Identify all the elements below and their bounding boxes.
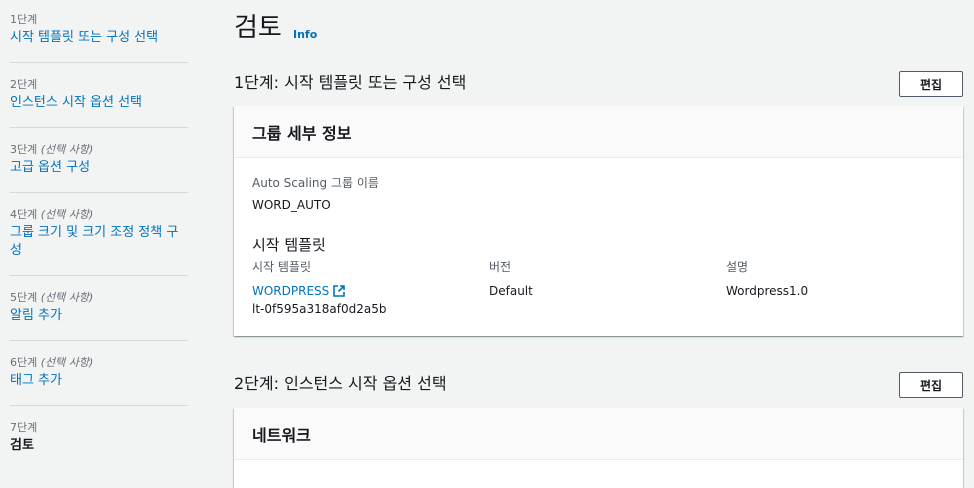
divider xyxy=(10,340,188,341)
wizard-step-7: 7단계 검토 xyxy=(10,421,188,455)
wizard-step-6[interactable]: 6단계 (선택 사항) 태그 추가 xyxy=(10,356,188,390)
divider xyxy=(10,192,188,193)
wizard-step-5[interactable]: 5단계 (선택 사항) 알림 추가 xyxy=(10,291,188,325)
launch-template-id: lt-0f595a318af0d2a5b xyxy=(252,302,387,316)
network-card: 네트워크 xyxy=(234,408,963,488)
launch-template-link[interactable]: WORDPRESS xyxy=(252,283,346,299)
step-number: 2단계 xyxy=(10,78,38,91)
description-column-label: 설명 xyxy=(726,260,749,274)
wizard-steps-nav: 1단계 시작 템플릿 또는 구성 선택 2단계 인스턴스 시작 옵션 선택 3단… xyxy=(0,0,190,471)
step-number: 5단계 (선택 사항) xyxy=(10,291,94,304)
step-number: 4단계 (선택 사항) xyxy=(10,208,94,221)
launch-template-heading: 시작 템플릿 xyxy=(252,236,326,254)
step-link[interactable]: 시작 템플릿 또는 구성 선택 xyxy=(10,29,188,47)
group-details-card: 그룹 세부 정보 Auto Scaling 그룹 이름 WORD_AUTO 시작… xyxy=(234,106,963,336)
wizard-step-4[interactable]: 4단계 (선택 사항) 그룹 크기 및 크기 조정 정책 구 성 xyxy=(10,208,188,260)
wizard-step-1[interactable]: 1단계 시작 템플릿 또는 구성 선택 xyxy=(10,13,188,47)
divider xyxy=(10,127,188,128)
divider xyxy=(10,275,188,276)
card-title: 그룹 세부 정보 xyxy=(234,106,963,158)
asg-name-label: Auto Scaling 그룹 이름 xyxy=(252,176,379,190)
step-link[interactable]: 그룹 크기 및 크기 조정 정책 구 성 xyxy=(10,224,188,260)
card-title: 네트워크 xyxy=(234,408,963,460)
section-heading-step1: 1단계: 시작 템플릿 또는 구성 선택 xyxy=(234,73,467,92)
step-link[interactable]: 인스턴스 시작 옵션 선택 xyxy=(10,94,188,112)
page-title: 검토 xyxy=(234,13,282,43)
launch-template-column-label: 시작 템플릿 xyxy=(252,260,312,274)
step-link-line: 그룹 크기 및 크기 조정 정책 구 xyxy=(10,225,179,240)
asg-name-value: WORD_AUTO xyxy=(252,198,331,212)
section-heading-step2: 2단계: 인스턴스 시작 옵션 선택 xyxy=(234,374,447,393)
divider xyxy=(10,62,188,63)
step-link-line: 성 xyxy=(10,243,22,258)
main-content: 검토 Info 1단계: 시작 템플릿 또는 구성 선택 편집 그룹 세부 정보… xyxy=(234,0,964,488)
launch-template-name: WORDPRESS xyxy=(252,284,330,298)
version-column-label: 버전 xyxy=(489,260,512,274)
version-value: Default xyxy=(489,284,533,298)
description-value: Wordpress1.0 xyxy=(726,284,809,298)
step-number: 1단계 xyxy=(10,13,38,26)
edit-button-step2[interactable]: 편집 xyxy=(899,372,963,398)
external-link-icon xyxy=(333,285,346,297)
step-number: 3단계 (선택 사항) xyxy=(10,143,94,156)
step-number: 7단계 xyxy=(10,421,38,434)
current-step-label: 검토 xyxy=(10,438,34,453)
step-number: 6단계 (선택 사항) xyxy=(10,356,94,369)
edit-button-step1[interactable]: 편집 xyxy=(899,71,963,97)
step-link[interactable]: 고급 옵션 구성 xyxy=(10,159,188,177)
wizard-step-2[interactable]: 2단계 인스턴스 시작 옵션 선택 xyxy=(10,78,188,112)
divider xyxy=(10,405,188,406)
step-link[interactable]: 알림 추가 xyxy=(10,307,188,325)
info-link[interactable]: Info xyxy=(293,28,317,41)
step-link[interactable]: 태그 추가 xyxy=(10,372,188,390)
wizard-step-3[interactable]: 3단계 (선택 사항) 고급 옵션 구성 xyxy=(10,143,188,177)
